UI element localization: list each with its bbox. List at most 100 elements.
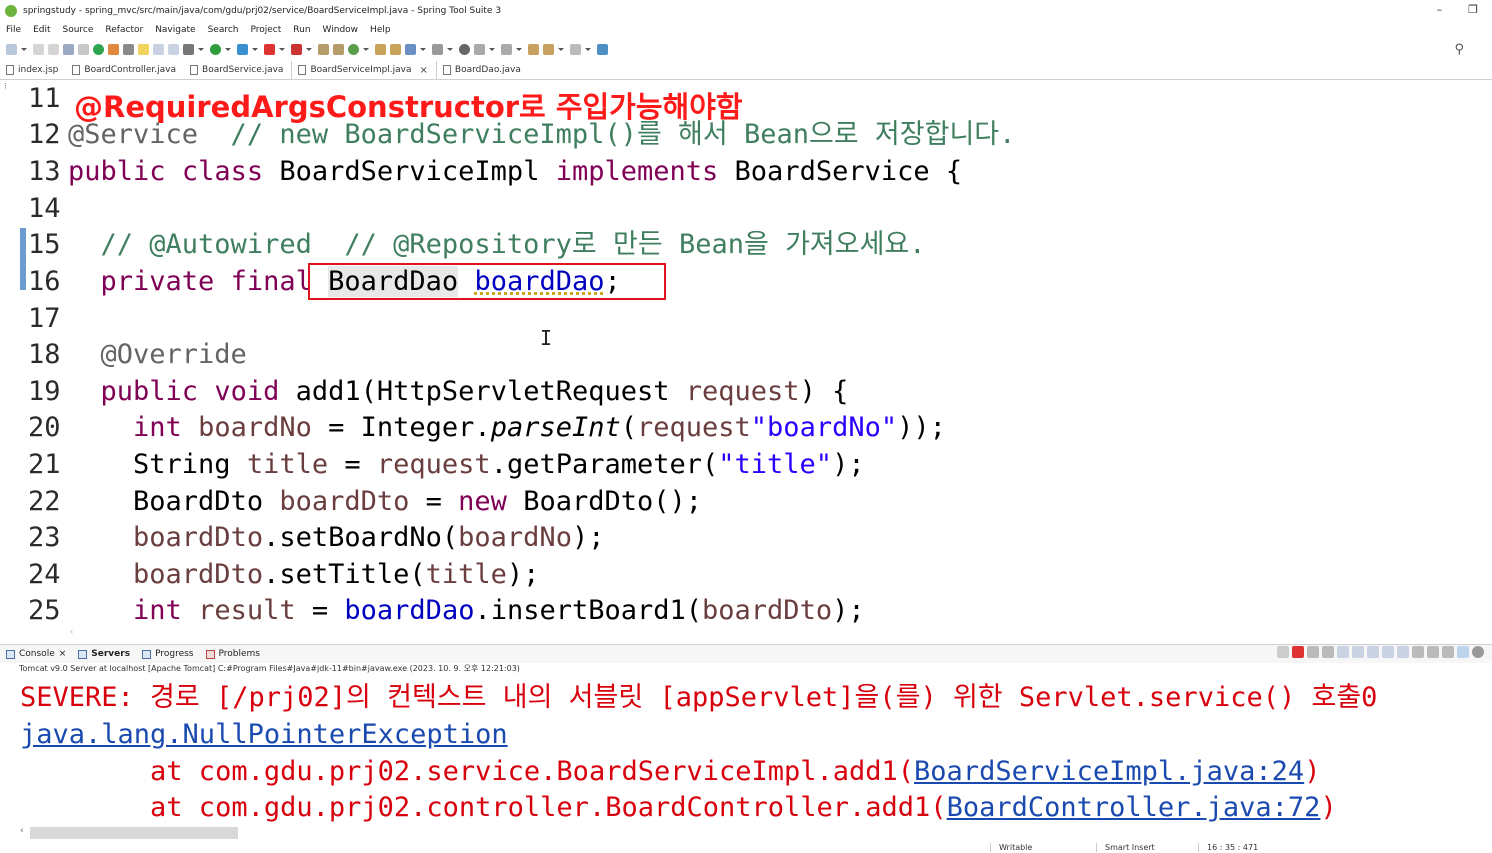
maximize-view-icon[interactable] [1457, 646, 1469, 658]
new-class-icon[interactable] [333, 43, 344, 55]
menu-window[interactable]: Window [323, 25, 359, 35]
start-server-icon[interactable] [93, 43, 104, 55]
external-tools-icon[interactable] [291, 43, 302, 55]
minimize-view-icon[interactable] [1442, 646, 1454, 658]
search-tool-icon[interactable] [123, 43, 134, 55]
tab-servers[interactable]: Servers [72, 645, 136, 663]
menu-run[interactable]: Run [293, 25, 310, 35]
annotation-token: @Override [100, 339, 247, 370]
menu-help[interactable]: Help [370, 25, 391, 35]
window-title: springstudy - spring_mvc/src/main/java/c… [23, 6, 502, 16]
scroll-left-icon[interactable]: ‹ [70, 627, 73, 636]
menu-file[interactable]: File [6, 25, 21, 35]
display-console-icon[interactable] [1412, 646, 1424, 658]
remove-all-icon[interactable] [1307, 646, 1319, 658]
code-line-13[interactable]: 13 public class BoardServiceImpl implemen… [28, 153, 962, 190]
code-line-25[interactable]: 25 int result = boardDao.insertBoard1(bo… [28, 592, 865, 629]
restore-button[interactable]: ❐ [1468, 3, 1478, 16]
terminate-icon[interactable] [1292, 646, 1304, 658]
stack-frame-link[interactable]: BoardController.java:72 [947, 792, 1321, 823]
code-line-22[interactable]: 22 BoardDto boardDto = new BoardDto(); [28, 483, 702, 520]
code-line-12[interactable]: 12 @Service // new BoardServiceImpl()를 해서… [28, 116, 1015, 153]
tab-board-service[interactable]: BoardService.java [184, 61, 291, 79]
tab-console[interactable]: Console × [0, 645, 72, 663]
last-edit-icon[interactable] [528, 43, 539, 55]
exception-link[interactable]: java.lang.NullPointerException [20, 719, 508, 750]
string-token: "boardNo" [750, 412, 898, 443]
run-icon[interactable] [210, 43, 221, 55]
stack-frame-link[interactable]: BoardServiceImpl.java:24 [914, 756, 1304, 787]
menu-refactor[interactable]: Refactor [105, 25, 143, 35]
search-icon[interactable]: ⚲ [1454, 42, 1464, 57]
settings-icon[interactable] [1472, 646, 1484, 658]
close-icon[interactable]: × [59, 649, 67, 659]
annotation-icon[interactable] [405, 43, 416, 55]
keyword-token: public [100, 376, 199, 407]
code-line-15[interactable]: 15 // @Autowired // @Repository로 만든 Bean… [28, 226, 926, 263]
console-process-description: Tomcat v9.0 Server at localhost [Apache … [19, 664, 520, 673]
show-stderr-icon[interactable] [1382, 646, 1394, 658]
scroll-lock-icon[interactable] [1337, 646, 1349, 658]
tab-board-dao[interactable]: BoardDao.java [437, 61, 529, 79]
coverage-icon[interactable] [237, 43, 248, 55]
code-line-21[interactable]: 21 String title = request.getParameter("… [28, 446, 865, 483]
keyword-token: public [68, 156, 166, 187]
pin-editor-icon[interactable] [597, 43, 608, 55]
refresh-icon[interactable] [108, 43, 119, 55]
menu-project[interactable]: Project [250, 25, 281, 35]
tab-problems[interactable]: Problems [200, 645, 266, 663]
tab-board-service-impl[interactable]: BoardServiceImpl.java × [291, 61, 437, 79]
menu-edit[interactable]: Edit [33, 25, 50, 35]
code-line-11[interactable]: 11 [28, 80, 68, 117]
code-line-18[interactable]: 18 @Override [28, 336, 247, 373]
close-icon[interactable]: × [420, 65, 428, 76]
web-icon[interactable] [459, 43, 470, 55]
open-console-icon[interactable] [63, 43, 74, 55]
code-line-14[interactable]: 14 [28, 190, 68, 227]
toggle-icon[interactable] [78, 43, 89, 55]
highlight-icon[interactable] [138, 43, 149, 55]
code-line-17[interactable]: 17 [28, 300, 68, 337]
tab-index-jsp[interactable]: index.jsp [0, 61, 66, 79]
forward-icon[interactable] [570, 43, 581, 55]
word-wrap-icon[interactable] [1352, 646, 1364, 658]
save-all-icon[interactable] [48, 43, 59, 55]
next-annotation-icon[interactable] [474, 43, 485, 55]
code-line-24[interactable]: 24 boardDto.setTitle(title); [28, 556, 539, 593]
new-package-icon[interactable] [318, 43, 329, 55]
code-line-20[interactable]: 20 int boardNo = Integer.parseInt(reques… [28, 409, 946, 446]
whitespace-icon[interactable] [168, 43, 179, 55]
type-token: BoardDto [133, 486, 280, 517]
stop-icon[interactable] [264, 43, 275, 55]
code-token: ); [832, 595, 865, 626]
line-number: 24 [28, 559, 61, 590]
clear-console-icon[interactable] [1322, 646, 1334, 658]
menu-search[interactable]: Search [208, 25, 239, 35]
open-console-icon[interactable] [1427, 646, 1439, 658]
menu-source[interactable]: Source [63, 25, 94, 35]
save-icon[interactable] [33, 43, 44, 55]
text-cursor-icon: I [540, 326, 553, 350]
prev-annotation-icon[interactable] [501, 43, 512, 55]
debug-icon[interactable] [183, 43, 194, 55]
status-writable: Writable [990, 843, 1032, 852]
code-line-19[interactable]: 19 public void add1(HttpServletRequest r… [28, 373, 848, 410]
back-icon[interactable] [543, 43, 554, 55]
block-select-icon[interactable] [153, 43, 164, 55]
tab-progress[interactable]: Progress [136, 645, 199, 663]
code-line-23[interactable]: 23 boardDto.setBoardNo(boardNo); [28, 519, 604, 556]
pin-console-icon[interactable] [1397, 646, 1409, 658]
minimize-button[interactable]: – [1437, 3, 1443, 16]
remove-launch-icon[interactable] [1277, 646, 1289, 658]
open-type-icon[interactable] [375, 43, 386, 55]
menu-navigate[interactable]: Navigate [155, 25, 195, 35]
new-spring-icon[interactable] [348, 43, 359, 55]
new-icon[interactable] [6, 43, 17, 55]
open-task-icon[interactable] [390, 43, 401, 55]
tab-board-controller[interactable]: BoardController.java [66, 61, 184, 79]
console-horizontal-scrollbar[interactable] [30, 827, 238, 839]
console-line-stack-2: at com.gdu.prj02.controller.BoardControl… [20, 789, 1337, 826]
browser-icon[interactable] [432, 43, 443, 55]
show-stdout-icon[interactable] [1367, 646, 1379, 658]
scroll-left-icon[interactable]: ‹ [20, 826, 24, 836]
